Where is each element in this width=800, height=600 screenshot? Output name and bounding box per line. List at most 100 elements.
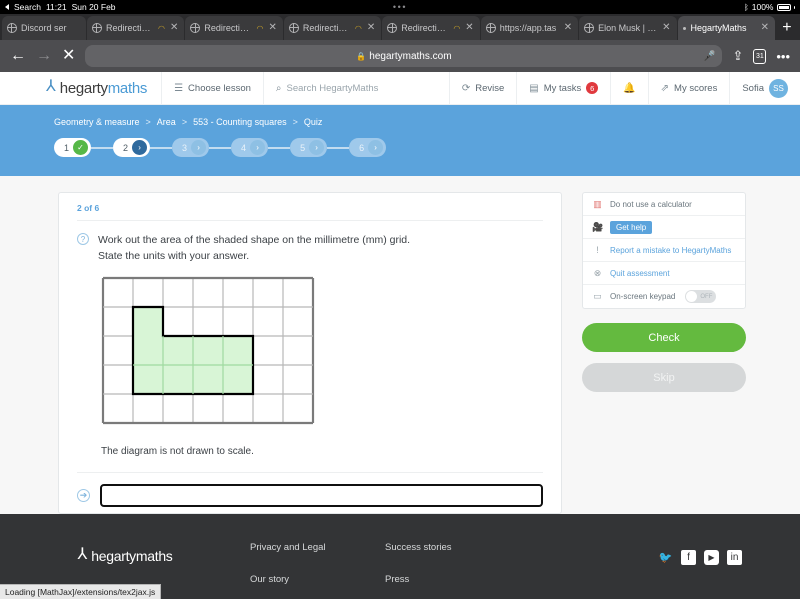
quiz-step-5[interactable]: 5 › bbox=[290, 138, 327, 157]
footer-link-privacy[interactable]: Privacy and Legal bbox=[250, 542, 385, 553]
youtube-icon[interactable]: ▶ bbox=[704, 550, 719, 565]
globe-icon bbox=[387, 23, 397, 33]
status-bar-left: Search 11:21 Sun 20 Feb bbox=[5, 2, 116, 12]
browser-tab[interactable]: https://app.tas ✕ bbox=[481, 16, 578, 40]
question-line-1: Work out the area of the shaded shape on… bbox=[98, 232, 410, 248]
browser-tab[interactable]: Redirecting... ◠ ✕ bbox=[382, 16, 479, 40]
step-connector bbox=[150, 147, 172, 149]
step-number: 1 bbox=[64, 143, 69, 153]
quiz-step-1[interactable]: 1 ✓ bbox=[54, 138, 91, 157]
microphone-icon[interactable]: 🎤 bbox=[703, 51, 715, 62]
lesson-stack-icon: ☰ bbox=[174, 83, 183, 94]
facebook-icon[interactable]: f bbox=[681, 550, 696, 565]
revise-button[interactable]: ⟳ Revise bbox=[449, 72, 516, 104]
back-button[interactable]: ← bbox=[10, 48, 26, 64]
footer-link-press[interactable]: Press bbox=[385, 574, 452, 585]
notifications-button[interactable]: 🔔 bbox=[610, 72, 647, 104]
get-help-row[interactable]: 🎥 Get help bbox=[583, 216, 745, 239]
status-back-app-label[interactable]: Search bbox=[14, 2, 41, 12]
stop-loading-button[interactable]: ✕ bbox=[62, 48, 75, 64]
search-field[interactable]: ⌕ Search HegartyMaths bbox=[263, 72, 390, 104]
onscreen-keypad-toggle[interactable]: OFF bbox=[685, 290, 716, 303]
onscreen-keypad-label: On-screen keypad bbox=[610, 292, 675, 301]
close-icon[interactable]: ✕ bbox=[464, 23, 474, 33]
step-number: 4 bbox=[241, 143, 246, 153]
quiz-step-2[interactable]: 2 › bbox=[113, 138, 150, 157]
my-scores-label: My scores bbox=[674, 83, 717, 94]
close-icon[interactable]: ✕ bbox=[169, 23, 179, 33]
my-scores-button[interactable]: ⇗ My scores bbox=[648, 72, 730, 104]
browser-tab[interactable]: Redirecting... ◠ ✕ bbox=[284, 16, 381, 40]
user-name-label: Sofia bbox=[742, 83, 764, 94]
footer-logo-first: hegarty bbox=[91, 548, 136, 564]
close-icon[interactable]: ✕ bbox=[267, 23, 277, 33]
quiz-step-4[interactable]: 4 › bbox=[231, 138, 268, 157]
logo-text-first: hegarty bbox=[60, 80, 108, 97]
browser-toolbar: ← → ✕ 🔒 hegartymaths.com 🎤 ⇪ 31 ••• bbox=[0, 40, 800, 72]
browser-tab[interactable]: Redirecting... ◠ ✕ bbox=[87, 16, 184, 40]
answer-input[interactable] bbox=[100, 484, 543, 507]
answer-row: ➔ bbox=[77, 472, 543, 519]
step-number: 6 bbox=[359, 143, 364, 153]
report-mistake-label: Report a mistake to HegartyMaths bbox=[610, 246, 731, 255]
quit-assessment-row[interactable]: ⊗ Quit assessment bbox=[583, 262, 745, 285]
breadcrumb-separator: > bbox=[146, 117, 151, 127]
footer-logo[interactable]: ⅄ hegartymaths bbox=[0, 542, 250, 564]
report-mistake-row[interactable]: ! Report a mistake to HegartyMaths bbox=[583, 239, 745, 262]
footer-link-our-story[interactable]: Our story bbox=[250, 574, 385, 585]
close-icon[interactable]: ✕ bbox=[661, 23, 671, 33]
no-calculator-label: Do not use a calculator bbox=[610, 200, 692, 209]
step-connector bbox=[209, 147, 231, 149]
user-menu[interactable]: Sofia SS bbox=[729, 72, 800, 104]
breadcrumb-item[interactable]: Quiz bbox=[304, 117, 323, 127]
step-number: 5 bbox=[300, 143, 305, 153]
skip-button[interactable]: Skip bbox=[582, 363, 746, 392]
browser-tab-strip[interactable]: Discord ser Redirecting... ◠ ✕ Redirecti… bbox=[0, 14, 800, 40]
close-icon[interactable]: ✕ bbox=[760, 23, 770, 33]
more-menu-icon[interactable]: ••• bbox=[776, 49, 790, 64]
breadcrumb-item[interactable]: Geometry & measure bbox=[54, 117, 140, 127]
check-button[interactable]: Check bbox=[582, 323, 746, 352]
tab-title: Discord ser bbox=[21, 23, 81, 33]
step-number: 2 bbox=[123, 143, 128, 153]
breadcrumb-item[interactable]: 553 - Counting squares bbox=[193, 117, 287, 127]
choose-lesson-button[interactable]: ☰ Choose lesson bbox=[161, 72, 263, 104]
quiz-sidebar: ▥ Do not use a calculator 🎥 Get help ! R… bbox=[582, 192, 746, 514]
forward-button[interactable]: → bbox=[36, 48, 52, 64]
status-bar-right: ᛒ 100% bbox=[744, 2, 795, 12]
lock-icon: 🔒 bbox=[356, 52, 366, 61]
figure-wrapper bbox=[77, 264, 543, 430]
check-icon: ✓ bbox=[73, 140, 88, 155]
new-tab-button[interactable]: + bbox=[776, 16, 798, 40]
footer-link-success-stories[interactable]: Success stories bbox=[385, 542, 452, 553]
address-bar-url: hegartymaths.com bbox=[369, 51, 451, 62]
close-icon[interactable]: ✕ bbox=[366, 23, 376, 33]
browser-tab[interactable]: Discord ser bbox=[2, 16, 86, 40]
get-help-button[interactable]: Get help bbox=[610, 221, 652, 234]
share-icon[interactable]: ⇪ bbox=[732, 48, 743, 64]
browser-tab-active[interactable]: HegartyMaths ✕ bbox=[678, 16, 775, 40]
quiz-step-6[interactable]: 6 › bbox=[349, 138, 386, 157]
chevron-right-icon: › bbox=[191, 140, 206, 155]
browser-tab[interactable]: Redirecting... ◠ ✕ bbox=[185, 16, 282, 40]
tab-overview-button[interactable]: 31 bbox=[753, 49, 766, 64]
close-icon[interactable]: ✕ bbox=[563, 23, 573, 33]
onscreen-keypad-row[interactable]: ▭ On-screen keypad OFF bbox=[583, 285, 745, 308]
compass-logo-icon: ⅄ bbox=[46, 79, 56, 95]
browser-tab[interactable]: Elon Musk | Tes ✕ bbox=[579, 16, 676, 40]
tab-title: https://app.tas bbox=[500, 23, 559, 33]
site-logo[interactable]: ⅄ hegartymaths bbox=[0, 72, 161, 104]
address-bar-input[interactable]: 🔒 hegartymaths.com 🎤 bbox=[85, 45, 722, 67]
quiz-step-3[interactable]: 3 › bbox=[172, 138, 209, 157]
breadcrumb-item[interactable]: Area bbox=[157, 117, 176, 127]
back-arrow-icon[interactable] bbox=[5, 4, 9, 10]
globe-icon bbox=[7, 23, 17, 33]
status-time: 11:21 bbox=[46, 2, 67, 12]
linkedin-icon[interactable]: in bbox=[727, 550, 742, 565]
quiz-main: 2 of 6 ? Work out the area of the shaded… bbox=[0, 176, 800, 514]
my-tasks-button[interactable]: ▤ My tasks 6 bbox=[516, 72, 610, 104]
question-help-icon[interactable]: ? bbox=[77, 233, 89, 245]
twitter-icon[interactable]: 🐦 bbox=[658, 550, 673, 565]
diagram-note: The diagram is not drawn to scale. bbox=[77, 430, 543, 457]
browser-status-message: Loading [MathJax]/extensions/tex2jax.js bbox=[0, 584, 161, 599]
